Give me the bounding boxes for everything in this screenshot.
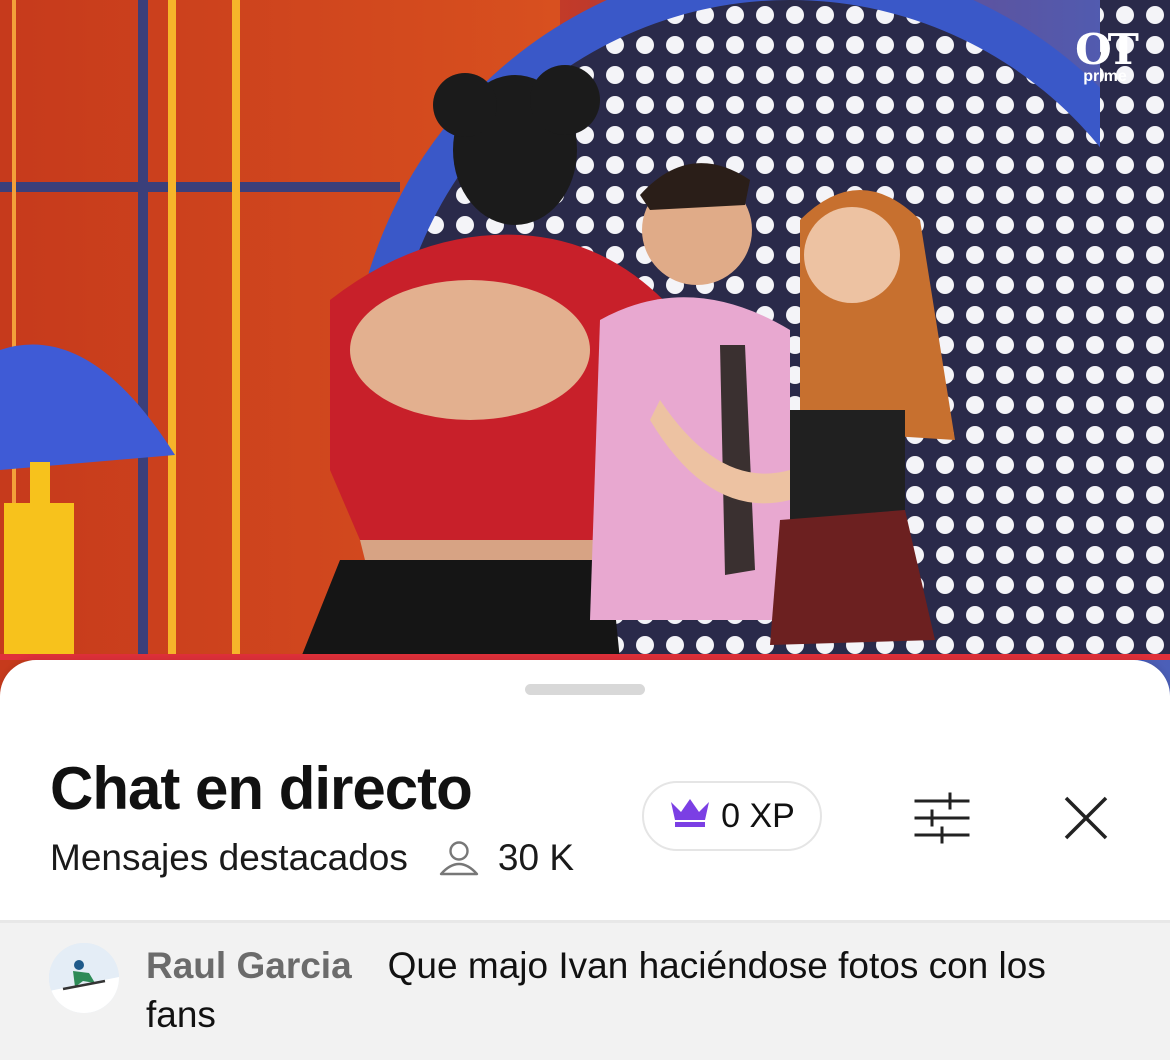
sheet-grabber[interactable] <box>525 684 645 695</box>
video-frame <box>0 0 1170 700</box>
sliders-icon <box>914 792 970 844</box>
live-chat-sheet: Chat en directo Mensajes destacados 30 K… <box>0 660 1170 1060</box>
chat-subtitle-row: Mensajes destacados 30 K <box>50 836 574 880</box>
close-icon <box>1064 796 1108 840</box>
xp-button[interactable]: 0 XP <box>642 781 822 851</box>
message-body: Raul Garcia Que majo Ivan haciéndose foto… <box>146 941 1106 1039</box>
logo-text: OT <box>1075 25 1139 74</box>
skier-avatar-image <box>49 943 119 1013</box>
user-icon <box>438 840 480 876</box>
avatar[interactable] <box>49 943 119 1013</box>
chat-title: Chat en directo <box>50 755 473 822</box>
xp-label: 0 XP <box>721 796 795 835</box>
message-author[interactable]: Raul Garcia <box>146 945 352 986</box>
viewer-count: 30 K <box>497 837 575 878</box>
crown-icon <box>669 796 711 837</box>
filter-button[interactable] <box>906 788 978 848</box>
close-button[interactable] <box>1056 788 1116 848</box>
video-player[interactable]: OT prime <box>0 0 1170 700</box>
channel-logo: OT prime <box>1068 25 1142 85</box>
chat-message[interactable]: Raul Garcia Que majo Ivan haciéndose foto… <box>0 923 1170 1060</box>
chat-subtitle: Mensajes destacados <box>50 837 408 878</box>
